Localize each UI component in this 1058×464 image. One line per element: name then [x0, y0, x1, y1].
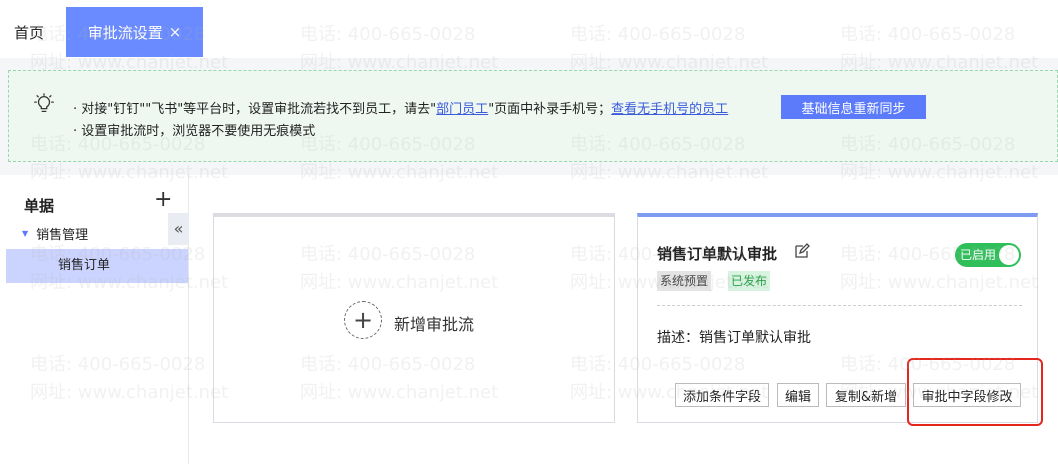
flow-title: 销售订单默认审批	[657, 245, 778, 263]
tab-home[interactable]: 首页	[14, 22, 44, 43]
tab-bar: 首页 审批流设置 ×	[0, 0, 1058, 58]
notice-text: "页面中补录手机号；	[488, 102, 612, 117]
toggle-knob	[999, 245, 1019, 265]
edit-icon[interactable]	[794, 243, 810, 259]
new-approval-flow-card[interactable]: + 新增审批流	[213, 213, 615, 423]
flow-description: 描述：销售订单默认审批	[657, 330, 811, 346]
add-document-icon[interactable]: +	[154, 189, 172, 211]
modify-approval-fields-button[interactable]: 审批中字段修改	[913, 383, 1021, 407]
system-preset-tag: 系统预置	[657, 271, 712, 291]
caret-down-icon: ▼	[22, 229, 29, 238]
enable-toggle[interactable]: 已启用	[955, 243, 1021, 267]
new-approval-flow-label: 新增审批流	[394, 315, 475, 334]
add-condition-field-button[interactable]: 添加条件字段	[675, 383, 769, 407]
notice-line-2: · 设置审批流时，浏览器不要使用无痕模式	[73, 124, 316, 139]
sidebar: 单据 + ▼ 销售管理 销售订单	[0, 175, 189, 464]
approval-flow-card: 销售订单默认审批 已启用 系统预置 已发布 描述：销售订单默认审批 添加条件字段…	[637, 213, 1038, 423]
edit-button[interactable]: 编辑	[777, 383, 819, 407]
sidebar-item-sales-order[interactable]: 销售订单	[6, 249, 188, 283]
sidebar-group-sales[interactable]: ▼ 销售管理	[22, 224, 88, 243]
collapse-sidebar-icon[interactable]: «	[168, 213, 189, 245]
notice-banner: · 对接"钉钉""飞书"等平台时，设置审批流若找不到员工，请去"部门员工"页面中…	[8, 70, 1058, 162]
department-staff-link[interactable]: 部门员工	[436, 102, 488, 117]
copy-and-new-button[interactable]: 复制&新增	[826, 383, 906, 407]
tab-approval-settings[interactable]: 审批流设置 ×	[66, 7, 203, 57]
resync-basic-info-button[interactable]: 基础信息重新同步	[781, 95, 926, 119]
plus-circle-icon: +	[344, 301, 382, 339]
notice-line-1: · 对接"钉钉""飞书"等平台时，设置审批流若找不到员工，请去"部门员工"页面中…	[73, 98, 728, 117]
sidebar-group-label: 销售管理	[36, 228, 89, 243]
tab-approval-settings-label: 审批流设置	[87, 23, 163, 42]
close-icon[interactable]: ×	[169, 23, 182, 41]
toggle-label: 已启用	[960, 248, 997, 262]
notice-text: · 对接"钉钉""飞书"等平台时，设置审批流若找不到员工，请去"	[73, 102, 437, 117]
staff-without-phone-link[interactable]: 查看无手机号的员工	[611, 102, 728, 117]
divider	[657, 305, 1022, 306]
lightbulb-icon	[34, 93, 54, 112]
sidebar-title: 单据	[24, 197, 55, 215]
published-tag: 已发布	[728, 271, 771, 291]
